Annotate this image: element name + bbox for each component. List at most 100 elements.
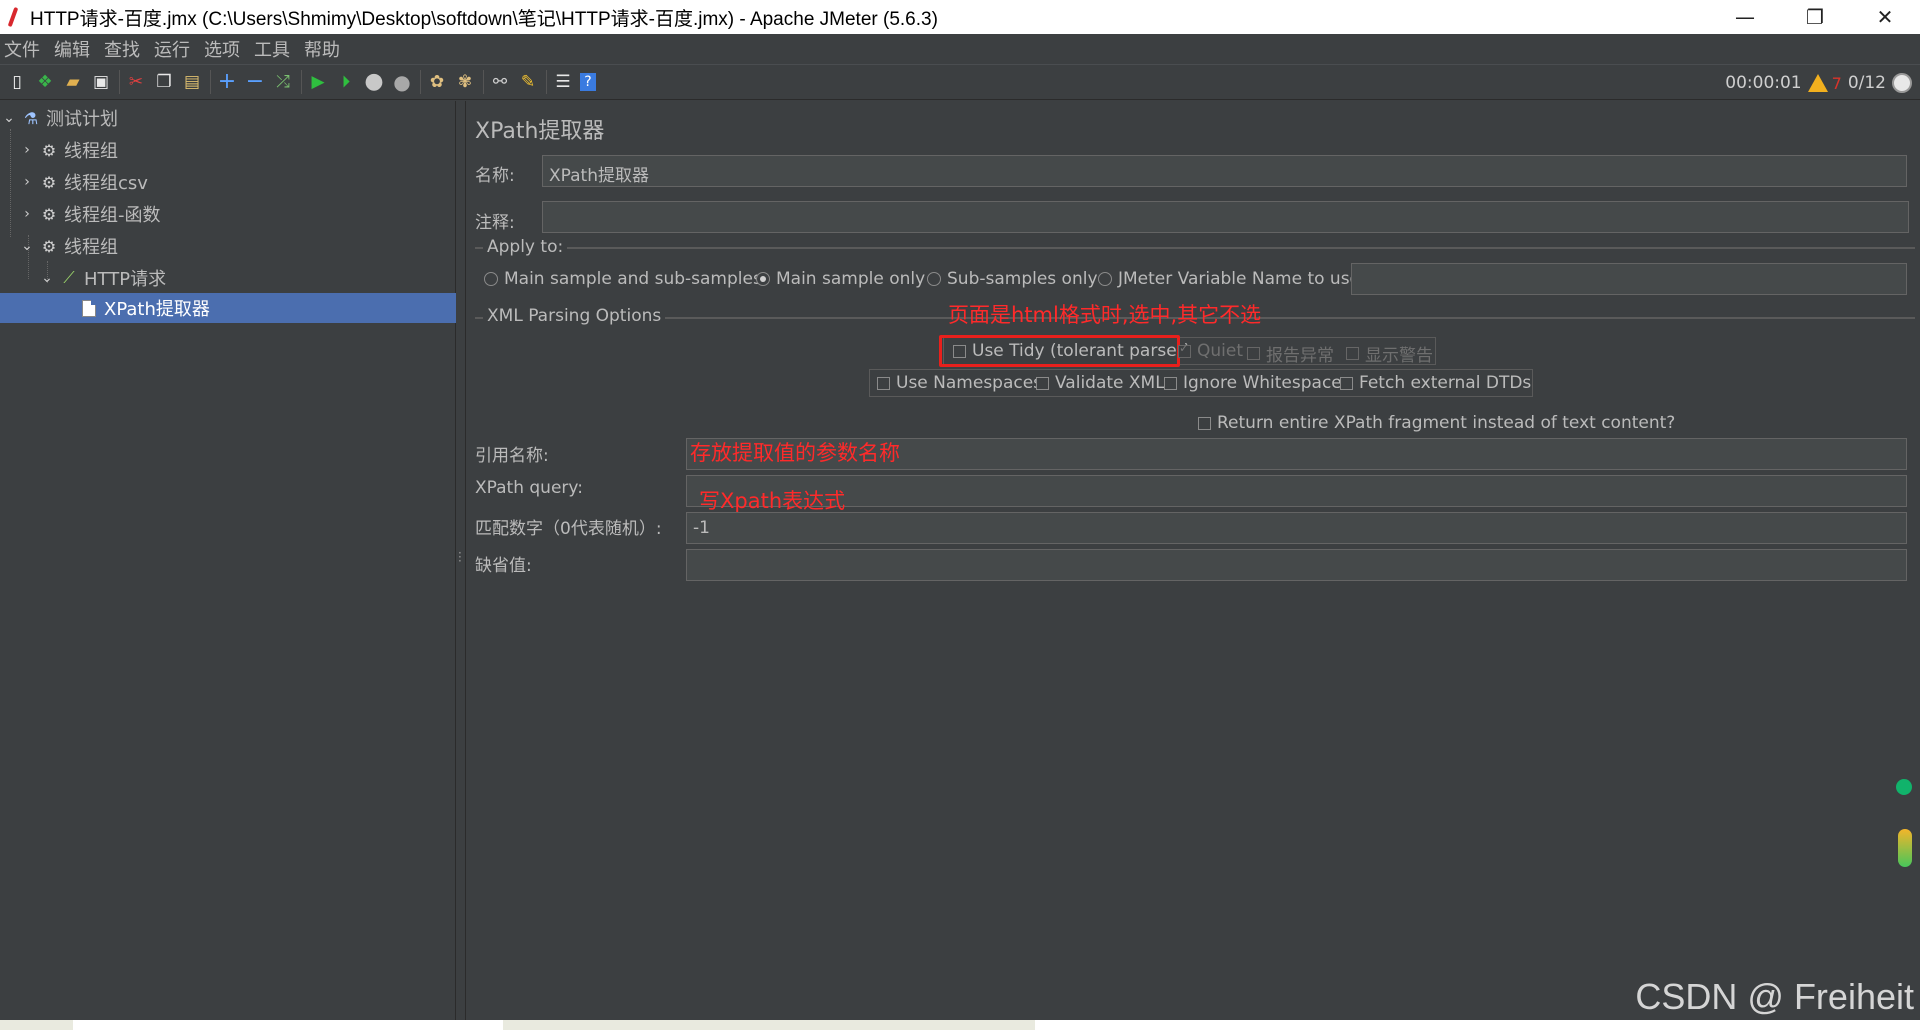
close-button[interactable]: ✕	[1850, 0, 1920, 34]
default-value-label: 缺省值:	[475, 556, 532, 576]
apply-main-only-radio[interactable]: Main sample only	[756, 269, 925, 289]
apply-to-label: Apply to:	[483, 237, 568, 257]
start-no-pauses-icon[interactable]: ⏵	[335, 71, 357, 93]
chevron-down-icon[interactable]: ⌄	[40, 270, 54, 286]
fetch-dtds-checkbox[interactable]: Fetch external DTDs	[1340, 373, 1531, 393]
start-icon[interactable]: ▶	[307, 71, 329, 93]
tree-node-thread-group-function[interactable]: › ⚙ 线程组-函数	[20, 199, 161, 229]
menu-run[interactable]: 运行	[154, 36, 190, 62]
toolbar-separator	[483, 70, 484, 94]
ignore-whitespace-checkbox[interactable]: Ignore Whitespace	[1164, 373, 1342, 393]
collapse-icon[interactable]: −	[244, 71, 266, 93]
gear-icon: ⚙	[41, 204, 57, 224]
checkbox-icon[interactable]	[1247, 347, 1260, 360]
checkbox-icon[interactable]	[1198, 416, 1211, 430]
comment-field[interactable]	[542, 201, 1909, 233]
restore-button[interactable]: ❐	[1780, 0, 1850, 34]
checkbox-icon[interactable]	[1164, 376, 1177, 390]
warning-icon[interactable]	[1807, 74, 1828, 92]
save-icon[interactable]: ▣	[90, 71, 112, 93]
apply-main-and-sub-radio[interactable]: Main sample and sub-samples	[484, 269, 762, 289]
panel-splitter[interactable]: · · ·	[456, 101, 466, 1020]
new-icon[interactable]: ▯	[6, 71, 28, 93]
copy-icon[interactable]: ❐	[153, 71, 175, 93]
toolbar: ▯ ❖ ▰ ▣ ✂ ❐ ▤ + − ⤮ ▶ ⏵ ● ● ✿ ✾ ⚯ ✎ ☰ ? …	[0, 64, 1920, 100]
function-helper-icon[interactable]: ☰	[552, 71, 574, 93]
search-icon[interactable]: ⚯	[489, 71, 511, 93]
radio-icon[interactable]	[1098, 272, 1112, 286]
menu-search[interactable]: 查找	[104, 36, 140, 62]
use-namespaces-checkbox[interactable]: Use Namespaces	[877, 373, 1042, 393]
match-number-field[interactable]: -1	[686, 512, 1907, 544]
quiet-checkbox[interactable]: Quiet	[1178, 341, 1243, 361]
tree-node-label: 测试计划	[46, 109, 118, 130]
clear-icon[interactable]: ✿	[426, 71, 448, 93]
tree-node-label: HTTP请求	[84, 269, 167, 290]
menu-edit[interactable]: 编辑	[54, 36, 90, 62]
paste-icon[interactable]: ▤	[181, 71, 203, 93]
checkbox-label: Return entire XPath fragment instead of …	[1217, 413, 1676, 433]
return-fragment-checkbox[interactable]: Return entire XPath fragment instead of …	[1198, 413, 1675, 433]
cut-icon[interactable]: ✂	[125, 71, 147, 93]
radio-icon[interactable]	[927, 272, 941, 286]
page-title: XPath提取器	[475, 119, 605, 144]
menu-help[interactable]: 帮助	[304, 36, 340, 62]
templates-icon[interactable]: ❖	[34, 71, 56, 93]
help-icon[interactable]: ?	[580, 73, 596, 91]
validate-xml-checkbox[interactable]: Validate XML	[1036, 373, 1165, 393]
apply-sub-only-radio[interactable]: Sub-samples only	[927, 269, 1098, 289]
tree-node-thread-group-csv[interactable]: › ⚙ 线程组csv	[20, 167, 148, 197]
menu-file[interactable]: 文件	[4, 36, 40, 62]
show-warnings-checkbox[interactable]: 显示警告	[1346, 341, 1433, 366]
xml-options-label: XML Parsing Options	[483, 306, 666, 326]
chevron-down-icon[interactable]: ⌄	[2, 110, 16, 126]
refname-annotation: 存放提取值的参数名称	[690, 441, 900, 465]
comment-label: 注释:	[475, 213, 515, 233]
warning-count[interactable]: 7	[1832, 74, 1842, 93]
tree-node-xpath-extractor[interactable]: XPath提取器	[0, 293, 456, 323]
expand-icon[interactable]: +	[216, 71, 238, 93]
active-threads: 0/12	[1847, 73, 1886, 93]
menu-options[interactable]: 选项	[204, 36, 240, 62]
stop-icon[interactable]: ●	[363, 71, 385, 93]
shutdown-icon[interactable]: ●	[391, 71, 413, 93]
document-icon	[80, 299, 98, 317]
checkbox-label: Fetch external DTDs	[1359, 373, 1532, 393]
chevron-down-icon[interactable]: ⌄	[20, 238, 34, 254]
menu-bar: 文件 编辑 查找 运行 选项 工具 帮助	[0, 34, 1920, 64]
open-icon[interactable]: ▰	[62, 71, 84, 93]
checkbox-icon[interactable]	[1346, 347, 1359, 360]
test-plan-tree: ⌄ ⚗ 测试计划 › ⚙ 线程组 › ⚙ 线程组csv › ⚙ 线程组-函数 ⌄…	[0, 101, 456, 1020]
checkbox-icon[interactable]	[877, 376, 890, 390]
default-value-field[interactable]	[686, 549, 1907, 581]
chevron-right-icon[interactable]: ›	[20, 174, 34, 190]
tree-node-http-request[interactable]: ⌄ ⟋ HTTP请求	[40, 263, 166, 293]
tree-node-thread-group-open[interactable]: ⌄ ⚙ 线程组	[20, 231, 118, 261]
use-tidy-checkbox[interactable]: Use Tidy (tolerant parser)	[953, 341, 1190, 361]
radio-icon[interactable]	[484, 272, 498, 286]
tree-node-label: 线程组-函数	[64, 205, 161, 226]
radio-selected-icon[interactable]	[756, 272, 770, 286]
minimize-button[interactable]: —	[1710, 0, 1780, 34]
checkbox-label: Use Tidy (tolerant parser)	[972, 341, 1191, 361]
clear-all-icon[interactable]: ✾	[454, 71, 476, 93]
toggle-icon[interactable]: ⤮	[272, 71, 294, 93]
menu-tools[interactable]: 工具	[254, 36, 290, 62]
name-field[interactable]: XPath提取器	[542, 155, 1907, 187]
toolbar-separator	[546, 70, 547, 94]
xpath-query-field[interactable]	[686, 475, 1907, 507]
chevron-right-icon[interactable]: ›	[20, 142, 34, 158]
checkbox-icon[interactable]	[1036, 376, 1049, 390]
tree-node-thread-group[interactable]: › ⚙ 线程组	[20, 135, 118, 165]
reset-search-icon[interactable]: ✎	[517, 71, 539, 93]
splitter-grip-icon: · · ·	[458, 546, 462, 568]
tree-node-test-plan[interactable]: ⌄ ⚗ 测试计划	[2, 103, 118, 133]
checkbox-checked-icon[interactable]	[1178, 341, 1191, 358]
apply-variable-radio[interactable]: JMeter Variable Name to use	[1098, 269, 1360, 289]
checkbox-icon[interactable]	[953, 344, 966, 358]
report-errors-checkbox[interactable]: 报告异常	[1247, 341, 1334, 366]
level-bar-icon	[1898, 829, 1912, 867]
jmeter-variable-field[interactable]	[1351, 263, 1907, 295]
chevron-right-icon[interactable]: ›	[20, 206, 34, 222]
checkbox-icon[interactable]	[1340, 376, 1353, 390]
